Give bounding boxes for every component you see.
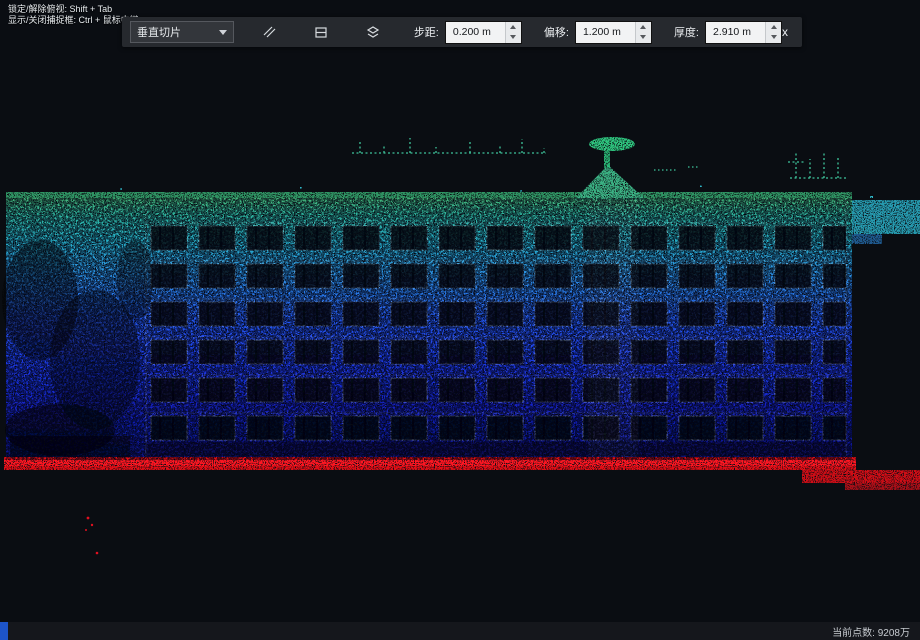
slice-mode-dropdown[interactable]: 垂直切片 [130, 21, 234, 43]
thickness-input[interactable] [706, 22, 765, 43]
offset-spinner-up[interactable] [636, 22, 651, 33]
thickness-field [705, 21, 782, 44]
slice-plane-icon[interactable] [310, 21, 332, 43]
step-field [445, 21, 522, 44]
point-count-label: 当前点数: 9208万 [832, 624, 910, 639]
help-overlay: 锁定/解除俯视: Shift + Tab 显示/关闭捕捉框: Ctrl + 鼠标… [8, 4, 139, 26]
slice-mode-label: 垂直切片 [137, 24, 181, 40]
step-label: 步距: [414, 24, 439, 40]
status-accent-block [0, 622, 8, 640]
offset-field [575, 21, 652, 44]
point-cloud-viewport[interactable] [0, 0, 920, 640]
slice-layers-icon[interactable] [362, 21, 384, 43]
help-line-lock: 锁定/解除俯视: Shift + Tab [8, 4, 139, 15]
point-cloud-render [0, 0, 920, 640]
thickness-spinner-down[interactable] [766, 32, 781, 43]
thickness-spinner [765, 22, 781, 43]
step-spinner [505, 22, 521, 43]
offset-input[interactable] [576, 22, 635, 43]
step-spinner-up[interactable] [506, 22, 521, 33]
help-line-snap: 显示/关闭捕捉框: Ctrl + 鼠标中键 [8, 15, 139, 26]
step-spinner-down[interactable] [506, 32, 521, 43]
chevron-down-icon [219, 30, 227, 35]
offset-spinner [635, 22, 651, 43]
thickness-label: 厚度: [674, 24, 699, 40]
step-input[interactable] [446, 22, 505, 43]
thickness-spinner-up[interactable] [766, 22, 781, 33]
offset-label: 偏移: [544, 24, 569, 40]
toolbar-icon-group [258, 21, 384, 43]
offset-spinner-down[interactable] [636, 32, 651, 43]
slice-toolbar: 垂直切片 步距: 偏移: [122, 17, 802, 47]
slice-line-icon[interactable] [258, 21, 280, 43]
status-bar: 当前点数: 9208万 [0, 622, 920, 640]
close-button[interactable]: x [782, 26, 788, 38]
